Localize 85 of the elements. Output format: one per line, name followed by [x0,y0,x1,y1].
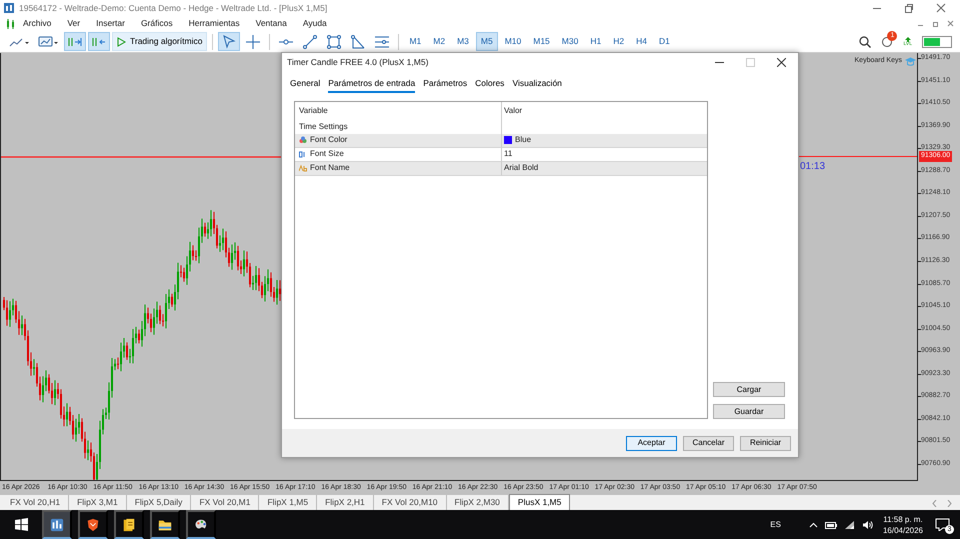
dialog-tab[interactable]: Parámetros de entrada [328,76,416,93]
timeframe-button[interactable]: M30 [556,32,584,51]
crosshair-icon [245,34,262,50]
restore-icon[interactable] [932,20,939,27]
document-taskbar-button[interactable] [114,510,144,539]
column-header: Valor [504,104,522,117]
menu-item[interactable]: Archivo [15,17,60,30]
dialog-button[interactable]: Aceptar [626,436,677,450]
cursor-button[interactable] [218,32,240,51]
dialog-tab[interactable]: Parámetros [423,76,468,93]
shield-icon [86,516,100,532]
timeframe-button[interactable]: M3 [452,32,474,51]
cursor-icon [221,34,238,50]
arrow-icon [904,36,911,42]
close-icon[interactable] [936,3,946,13]
status-bar-icon [922,36,952,48]
chart-app-taskbar-button[interactable] [42,510,72,539]
palette-icon [299,136,307,145]
side-button[interactable]: Guardar [713,404,785,419]
column-header: Variable [299,104,328,117]
document-icon [122,516,136,532]
variable-value[interactable]: Blue [515,134,532,146]
chat-icon[interactable] [881,36,894,48]
play-icon [117,36,126,46]
angle-tool-icon [350,34,366,50]
timeframe-button[interactable]: H2 [608,32,630,51]
volume-icon[interactable] [862,520,873,530]
dialog-tab[interactable]: General [290,76,320,93]
dialog-tab[interactable]: Visualización [512,76,562,93]
timeframe-button[interactable]: M15 [528,32,555,51]
chart-app-icon [50,516,64,532]
template-icon [38,34,59,50]
notifications-icon[interactable] [935,518,950,531]
menu-item[interactable]: Ventana [248,17,295,30]
scroll-button[interactable] [64,32,86,51]
group-label: Time Settings [299,120,348,133]
timeframe-button[interactable]: H1 [585,32,606,51]
battery-icon[interactable] [824,520,837,528]
window-title: 19564172 - Weltrade-Demo: Cuenta Demo - Hedge - Weltrade Ltd. - [PlusX 1,M5] [19,2,328,14]
maximize-icon [746,58,755,66]
timeframe-button[interactable]: M10 [500,32,526,51]
shield-taskbar-button[interactable] [78,510,108,539]
variable-value[interactable]: Arial Bold [504,162,538,174]
folder-taskbar-button[interactable] [150,510,180,539]
variable-name: Font Size [310,148,344,160]
chevron-up-icon[interactable] [808,522,818,528]
close-icon[interactable] [777,58,786,66]
menu-item[interactable]: Ver [59,17,88,30]
clock-time[interactable]: 11:58 p. m. [883,514,923,524]
timeframe-button[interactable]: D1 [654,32,675,51]
chart-tab[interactable]: PlusX 1,M5 [508,494,570,510]
dialog-button[interactable]: Cancelar [683,436,734,450]
number-icon [299,150,307,159]
algo-trading-button[interactable]: Trading algorítmico [112,32,208,51]
language-indicator[interactable]: ES [770,518,781,530]
candles-icon [6,18,15,28]
graduation-cap-icon [905,56,916,66]
lines-icon [374,34,390,50]
menu-item[interactable]: Ayuda [294,17,335,30]
app-icon [4,3,14,13]
timeframe-button[interactable]: H4 [631,32,652,51]
timeframe-button[interactable]: M2 [428,32,450,51]
variable-name: Font Color [310,134,348,146]
clock-date[interactable]: 16/04/2026 [882,524,923,536]
side-button[interactable]: Cargar [713,382,785,397]
rectangle-icon [326,34,342,50]
dialog-button[interactable]: Reiniciar [740,436,791,450]
text-icon [299,164,307,173]
windows-start-icon[interactable] [14,518,28,531]
menu-item[interactable]: Herramientas [180,17,248,30]
variable-value[interactable]: 11 [504,148,512,160]
timeframe-button[interactable]: M5 [476,32,498,51]
trend-line-icon [302,34,318,50]
palette-taskbar-button[interactable] [186,510,216,539]
wifi-icon[interactable] [844,520,855,530]
menu-item[interactable]: Gráficos [132,17,181,30]
dialog-title: Timer Candle FREE 4.0 (PlusX 1,M5) [287,56,428,68]
restore-icon[interactable] [904,3,914,13]
shift-button[interactable] [88,32,110,51]
timer-label: 01:13 [800,160,826,174]
dialog-tab[interactable]: Colores [475,76,504,93]
variable-name: Font Name [310,162,350,174]
timeframe-button[interactable]: M1 [404,32,426,51]
menu-item[interactable]: Insertar [88,17,133,30]
search-icon[interactable] [859,36,872,48]
